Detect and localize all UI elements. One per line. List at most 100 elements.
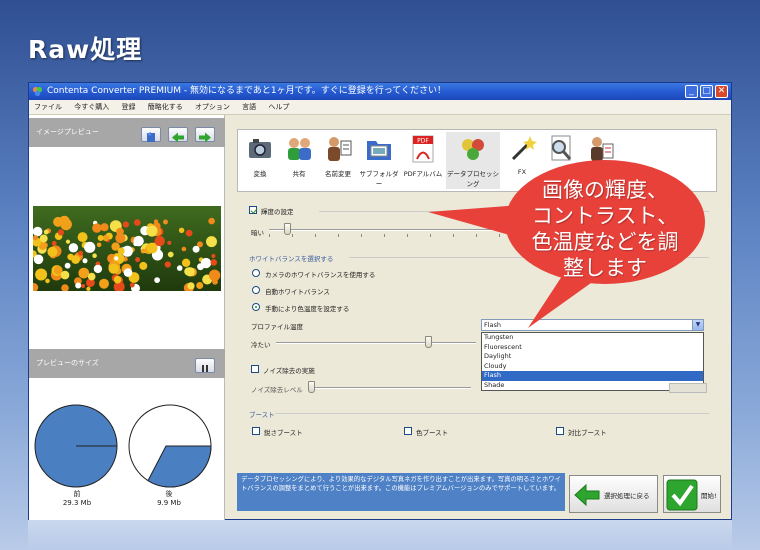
tool-share-label: 共有 — [292, 170, 306, 178]
image-preview-title: イメージプレビュー — [36, 128, 99, 136]
callout-line-2: コントラスト、 — [531, 204, 679, 228]
tool-subfolder-label: サブフォルダー — [359, 170, 399, 188]
brightness-track — [269, 229, 499, 231]
flower — [78, 250, 84, 256]
magic-wand-icon — [511, 136, 537, 161]
info-description: データプロセッシングにより、より効果的なデジタル写真ネガを作り出すことが出来ます… — [237, 473, 565, 511]
sharpness-boost-checkbox[interactable] — [252, 427, 260, 435]
person-rename-icon — [328, 137, 352, 161]
flower — [206, 236, 217, 248]
noise-level-slider-thumb[interactable] — [308, 381, 315, 393]
flower — [197, 263, 204, 271]
tool-pdf-album-label: PDFアルバム — [403, 170, 443, 178]
noise-level-track — [311, 387, 471, 389]
tool-rename[interactable]: 名前変更 — [318, 132, 358, 178]
wb-camera-radio[interactable] — [252, 269, 260, 277]
profile-temperature-select[interactable]: Flash ▼ — [481, 319, 704, 331]
flower — [93, 264, 103, 274]
tool-rename-label: 名前変更 — [325, 170, 351, 178]
menu-language[interactable]: 言語 — [237, 100, 261, 115]
person-doc-icon — [591, 137, 614, 161]
tool-share[interactable]: 共有 — [279, 132, 319, 178]
menu-file[interactable]: ファイル — [29, 100, 67, 115]
wb-auto-label: 自動ホワイトバランス — [265, 288, 330, 296]
callout-text: 画像の輝度、 コントラスト、 色温度などを調 整します — [510, 177, 700, 281]
flower — [117, 247, 125, 255]
brightness-checkbox[interactable] — [249, 206, 257, 214]
menu-help[interactable]: ヘルプ — [263, 100, 294, 115]
tool-pdf-album[interactable]: PDF PDFアルバム — [401, 132, 445, 178]
title-bar[interactable]: Contenta Converter PREMIUM - 無効になるまであと1ヶ… — [29, 83, 731, 100]
contrast-boost-checkbox[interactable] — [556, 427, 564, 435]
slider-tick — [499, 234, 500, 237]
tool-fx[interactable]: FX — [502, 132, 542, 176]
checkmark-icon — [666, 479, 698, 511]
next-image-button[interactable] — [195, 127, 215, 143]
svg-text:PDF: PDF — [417, 138, 429, 145]
flower — [97, 235, 104, 241]
flower — [77, 232, 88, 243]
pause-button[interactable] — [195, 358, 215, 373]
wb-manual-radio[interactable] — [252, 303, 260, 311]
magnifier-doc-icon — [551, 135, 572, 161]
boost-divider — [275, 413, 709, 414]
flower — [146, 225, 158, 237]
flower — [134, 219, 141, 226]
brightness-dark-label: 暗い — [251, 229, 264, 237]
start-button[interactable]: 開始! — [663, 475, 721, 513]
flower — [185, 229, 193, 237]
chevron-down-icon[interactable]: ▼ — [692, 320, 703, 330]
flower — [154, 277, 160, 283]
brightness-slider-thumb[interactable] — [284, 223, 292, 235]
back-to-selection-button[interactable]: 選択処理に戻る — [569, 475, 658, 513]
menu-options[interactable]: オプション — [190, 100, 235, 115]
pause-icon — [202, 365, 208, 372]
dropdown-option-flash[interactable]: Flash — [482, 371, 703, 381]
arrow-right-icon — [199, 132, 211, 143]
noise-reduction-checkbox[interactable] — [251, 365, 259, 373]
tool-convert[interactable]: 変換 — [240, 132, 280, 178]
menu-register[interactable]: 登録 — [116, 100, 140, 115]
flower — [39, 234, 48, 243]
flower — [196, 282, 204, 289]
flower — [71, 255, 80, 264]
dropdown-option-cloudy[interactable]: Cloudy — [482, 362, 703, 372]
minimize-button[interactable]: _ — [685, 85, 698, 98]
contrast-boost-label: 対比ブースト — [568, 429, 607, 437]
prev-image-button[interactable] — [168, 127, 188, 143]
flower — [153, 219, 159, 224]
tool-data-processing[interactable]: データプロセッシング — [446, 132, 500, 189]
wb-manual-label: 手動により色温度を設定する — [265, 305, 350, 313]
preview-size-title: プレビューのサイズ — [36, 359, 99, 367]
flower — [64, 262, 71, 269]
menu-buy-now[interactable]: 今すぐ購入 — [69, 100, 114, 115]
callout-line-4: 整します — [563, 256, 647, 280]
dropdown-option-daylight[interactable]: Daylight — [482, 352, 703, 362]
dropdown-option-tungsten[interactable]: Tungsten — [482, 333, 703, 343]
flower — [33, 235, 38, 241]
tool-fx-label: FX — [517, 168, 527, 176]
tool-subfolder[interactable]: サブフォルダー — [357, 132, 401, 188]
flower — [51, 240, 57, 246]
temperature-slider-thumb[interactable] — [425, 336, 432, 348]
color-boost-checkbox[interactable] — [404, 427, 412, 435]
flower — [167, 240, 172, 245]
window-reflection — [28, 520, 732, 550]
menu-simplify[interactable]: 簡略化する — [143, 100, 188, 115]
white-balance-group-label: ホワイトバランスを選択する — [249, 255, 334, 263]
close-button[interactable]: ✕ — [715, 85, 728, 98]
rotate-button[interactable] — [141, 127, 161, 142]
flower — [164, 261, 171, 268]
tool-search[interactable] — [541, 132, 581, 168]
flower — [181, 246, 187, 252]
tool-profile[interactable] — [580, 132, 620, 168]
dropdown-option-fluorescent[interactable]: Fluorescent — [482, 343, 703, 353]
slider-tick — [407, 234, 408, 237]
maximize-button[interactable]: □ — [700, 85, 713, 98]
flower — [139, 261, 148, 270]
slider-tick — [315, 234, 316, 237]
back-to-selection-label: 選択処理に戻る — [604, 492, 650, 500]
flower — [57, 229, 64, 236]
wb-auto-radio[interactable] — [252, 286, 260, 294]
menu-bar: ファイル 今すぐ購入 登録 簡略化する オプション 言語 ヘルプ — [29, 100, 731, 115]
